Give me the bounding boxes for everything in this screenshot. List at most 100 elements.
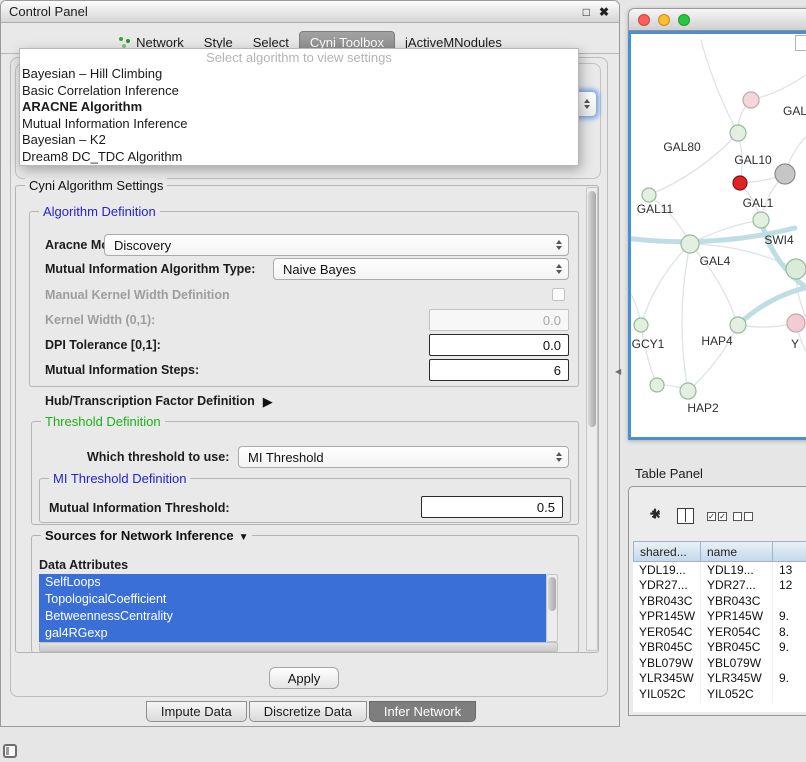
mi-threshold-field[interactable]: 0.5 xyxy=(421,496,563,518)
network-edge[interactable] xyxy=(701,40,738,133)
network-canvas[interactable]: GAL80GALGAL10GAL11GAL1SWI4GAL4GCY1HAP4YH… xyxy=(628,31,806,440)
algorithm-option-bayesian-k2[interactable]: Bayesian – K2 xyxy=(20,132,578,149)
node-label-hap2: HAP2 xyxy=(687,401,719,415)
attribute-item-betweennesscentrality[interactable]: BetweennessCentrality xyxy=(39,608,546,625)
window-title: Control Panel xyxy=(1,4,88,19)
network-node[interactable] xyxy=(730,317,746,333)
network-node[interactable] xyxy=(642,188,656,202)
column-header-shared-[interactable]: shared... xyxy=(633,541,701,562)
mi-steps-field[interactable]: 6 xyxy=(429,359,569,381)
network-node[interactable] xyxy=(680,383,696,399)
bottom-tab-impute-data[interactable]: Impute Data xyxy=(146,701,247,722)
network-node[interactable] xyxy=(787,314,805,332)
column-header-2[interactable] xyxy=(773,541,806,562)
network-node[interactable] xyxy=(634,318,648,332)
table-row[interactable]: YLR345WYLR345W9. xyxy=(633,671,806,687)
select-all-columns-icon[interactable]: ✓✓ xyxy=(707,512,727,521)
node-label-gal: GAL xyxy=(783,104,806,118)
sources-group-title: Sources for Network Inference xyxy=(45,528,234,543)
table-cell xyxy=(773,655,806,671)
settings-scrollbar[interactable] xyxy=(586,187,598,651)
minimize-traffic-light[interactable] xyxy=(658,14,670,26)
dpi-tolerance-label: DPI Tolerance [0,1]: xyxy=(45,338,161,353)
unselect-all-columns-icon[interactable] xyxy=(733,512,753,521)
window-buttons: □ ✖ xyxy=(583,5,609,19)
bottom-tab-infer-network[interactable]: Infer Network xyxy=(369,701,476,722)
attributes-scrollbar-horizontal[interactable] xyxy=(39,642,558,652)
table-row[interactable]: YIL052CYIL052C xyxy=(633,686,806,702)
mi-threshold-label: Mutual Information Threshold: xyxy=(49,501,230,516)
panel-splitter-arrow-icon[interactable]: ◀ xyxy=(615,367,621,376)
sources-group-header[interactable]: Sources for Network Inference ▼ xyxy=(41,528,252,545)
table-cell: YPR145W xyxy=(701,609,773,625)
aracne-mode-select[interactable]: Discovery xyxy=(104,234,569,256)
dpi-tolerance-field[interactable]: 0.0 xyxy=(429,334,569,356)
network-node[interactable] xyxy=(743,92,759,108)
network-scrollbar-corner xyxy=(795,35,806,51)
network-node[interactable] xyxy=(753,212,769,228)
table-cell: YBR045C xyxy=(633,640,701,656)
network-node[interactable] xyxy=(733,176,747,190)
hub-section-header[interactable]: Hub/Transcription Factor Definition ▶ xyxy=(45,394,273,409)
stepper-arrows-icon xyxy=(584,99,590,109)
network-node[interactable] xyxy=(730,125,746,141)
table-row[interactable]: YBR045CYBR045C9. xyxy=(633,640,806,656)
zoom-traffic-light[interactable] xyxy=(678,14,690,26)
table-cell: YDL19... xyxy=(701,562,773,578)
network-node[interactable] xyxy=(650,378,664,392)
manual-kernel-checkbox[interactable] xyxy=(552,288,565,301)
table-cell: 9. xyxy=(773,640,806,656)
algorithm-option-bayesian-hill-climbing[interactable]: Bayesian – Hill Climbing xyxy=(20,66,578,83)
algorithm-option-aracne-algorithm[interactable]: ARACNE Algorithm xyxy=(20,99,578,116)
columns-icon[interactable] xyxy=(677,508,694,524)
column-header-name[interactable]: name xyxy=(701,541,773,562)
close-window-icon[interactable]: ✖ xyxy=(599,5,609,19)
table-cell: YPR145W xyxy=(633,609,701,625)
table-row[interactable]: YER054CYER054C8. xyxy=(633,624,806,640)
mi-type-select[interactable]: Naive Bayes xyxy=(273,258,569,280)
mi-type-label: Mutual Information Algorithm Type: xyxy=(45,262,255,277)
node-label-swi4: SWI4 xyxy=(764,233,794,247)
network-node[interactable] xyxy=(681,235,699,253)
kernel-width-label: Kernel Width (0,1): xyxy=(45,313,155,328)
table-row[interactable]: YPR145WYPR145W9. xyxy=(633,609,806,625)
table-cell: 9. xyxy=(773,609,806,625)
network-node[interactable] xyxy=(775,164,795,184)
show-panel-icon[interactable] xyxy=(3,744,17,758)
expanded-triangle-icon[interactable]: ▼ xyxy=(239,532,249,543)
algorithm-option-mutual-information-inference[interactable]: Mutual Information Inference xyxy=(20,116,578,133)
algorithm-dropdown-popup: Select algorithm to view settings Bayesi… xyxy=(19,48,579,166)
network-edge[interactable] xyxy=(641,325,657,385)
gear-icon[interactable]: ++ xyxy=(645,505,665,525)
table-row[interactable]: YDR27...YDR27...12 xyxy=(633,578,806,594)
control-panel-window: Control Panel □ ✖ NetworkStyleSelectCyni… xyxy=(0,0,620,727)
mi-type-value: Naive Bayes xyxy=(283,262,356,277)
algorithm-option-dream8-dc-tdc-algorithm[interactable]: Dream8 DC_TDC Algorithm xyxy=(20,149,578,166)
table-cell: 13 xyxy=(773,562,806,578)
table-row[interactable]: YBL079WYBL079W xyxy=(633,655,806,671)
bottom-tab-discretize-data[interactable]: Discretize Data xyxy=(249,701,367,722)
network-edge[interactable] xyxy=(751,74,806,100)
table-row[interactable]: YDL19...YDL19...13 xyxy=(633,562,806,578)
table-cell xyxy=(773,686,806,702)
node-label-hap4: HAP4 xyxy=(701,334,733,348)
network-node[interactable] xyxy=(786,259,806,279)
table-cell: YBR043C xyxy=(701,593,773,609)
network-edge[interactable] xyxy=(682,244,690,391)
attribute-item-gal4rgexp[interactable]: gal4RGexp xyxy=(39,625,546,642)
table-cell: YBL079W xyxy=(633,655,701,671)
apply-button[interactable]: Apply xyxy=(269,667,339,689)
table-cell: YER054C xyxy=(701,624,773,640)
table-cell: YER054C xyxy=(633,624,701,640)
which-threshold-select[interactable]: MI Threshold xyxy=(238,446,569,468)
attribute-item-selfloops[interactable]: SelfLoops xyxy=(39,574,546,591)
table-panel-window: ++ ✓✓ shared...name YDL19...YDL19...13YD… xyxy=(628,486,806,716)
float-window-icon[interactable]: □ xyxy=(583,5,590,19)
algorithm-option-basic-correlation-inference[interactable]: Basic Correlation Inference xyxy=(20,83,578,100)
close-traffic-light[interactable] xyxy=(638,14,650,26)
attribute-item-topologicalcoefficient[interactable]: TopologicalCoefficient xyxy=(39,591,546,608)
stepper-arrows-icon xyxy=(556,264,562,274)
attributes-scrollbar-vertical[interactable] xyxy=(546,574,558,642)
collapsed-triangle-icon[interactable]: ▶ xyxy=(263,395,273,408)
table-row[interactable]: YBR043CYBR043C xyxy=(633,593,806,609)
